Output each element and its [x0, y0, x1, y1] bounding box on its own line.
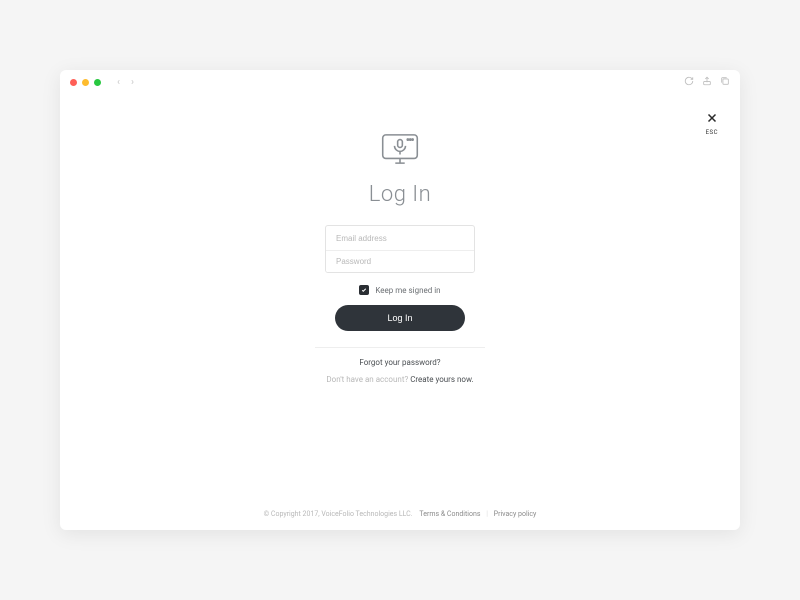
- traffic-lights: [70, 79, 101, 86]
- forgot-password-link[interactable]: Forgot your password?: [359, 358, 440, 367]
- keep-signed-row: Keep me signed in: [359, 285, 440, 295]
- esc-label: ESC: [706, 129, 718, 136]
- share-icon[interactable]: [702, 76, 712, 89]
- privacy-link[interactable]: Privacy policy: [494, 510, 537, 518]
- chrome-left: ‹ ›: [70, 77, 137, 88]
- nav-forward-icon[interactable]: ›: [128, 77, 137, 88]
- reload-icon[interactable]: [684, 76, 694, 89]
- input-group: [325, 225, 475, 273]
- email-field[interactable]: [326, 228, 474, 249]
- footer-separator: |: [486, 510, 488, 518]
- create-account-link[interactable]: Create yours now.: [410, 375, 473, 384]
- page-content: ESC Log In: [60, 94, 740, 530]
- window-zoom-dot[interactable]: [94, 79, 101, 86]
- browser-window: ‹ › ESC: [60, 70, 740, 530]
- signup-row: Don't have an account? Create yours now.: [326, 375, 473, 384]
- login-form: Keep me signed in Log In: [325, 225, 475, 331]
- password-field[interactable]: [326, 250, 474, 272]
- close-icon: [706, 112, 718, 127]
- chrome-right: [684, 76, 730, 89]
- app-logo: [378, 130, 422, 172]
- microphone-monitor-icon: [378, 130, 422, 168]
- tabs-icon[interactable]: [720, 76, 730, 89]
- keep-signed-label: Keep me signed in: [375, 286, 440, 295]
- browser-chrome: ‹ ›: [60, 70, 740, 94]
- keep-signed-checkbox[interactable]: [359, 285, 369, 295]
- login-button[interactable]: Log In: [335, 305, 465, 331]
- no-account-text: Don't have an account?: [326, 375, 408, 384]
- nav-back-icon[interactable]: ‹: [114, 77, 123, 88]
- divider: [315, 347, 485, 348]
- page-title: Log In: [369, 182, 431, 207]
- terms-link[interactable]: Terms & Conditions: [419, 510, 480, 518]
- copyright-text: © Copyright 2017, VoiceFolio Technologie…: [264, 510, 413, 518]
- close-button[interactable]: ESC: [706, 112, 718, 136]
- window-minimize-dot[interactable]: [82, 79, 89, 86]
- window-close-dot[interactable]: [70, 79, 77, 86]
- check-icon: [361, 287, 367, 293]
- footer: © Copyright 2017, VoiceFolio Technologie…: [60, 498, 740, 530]
